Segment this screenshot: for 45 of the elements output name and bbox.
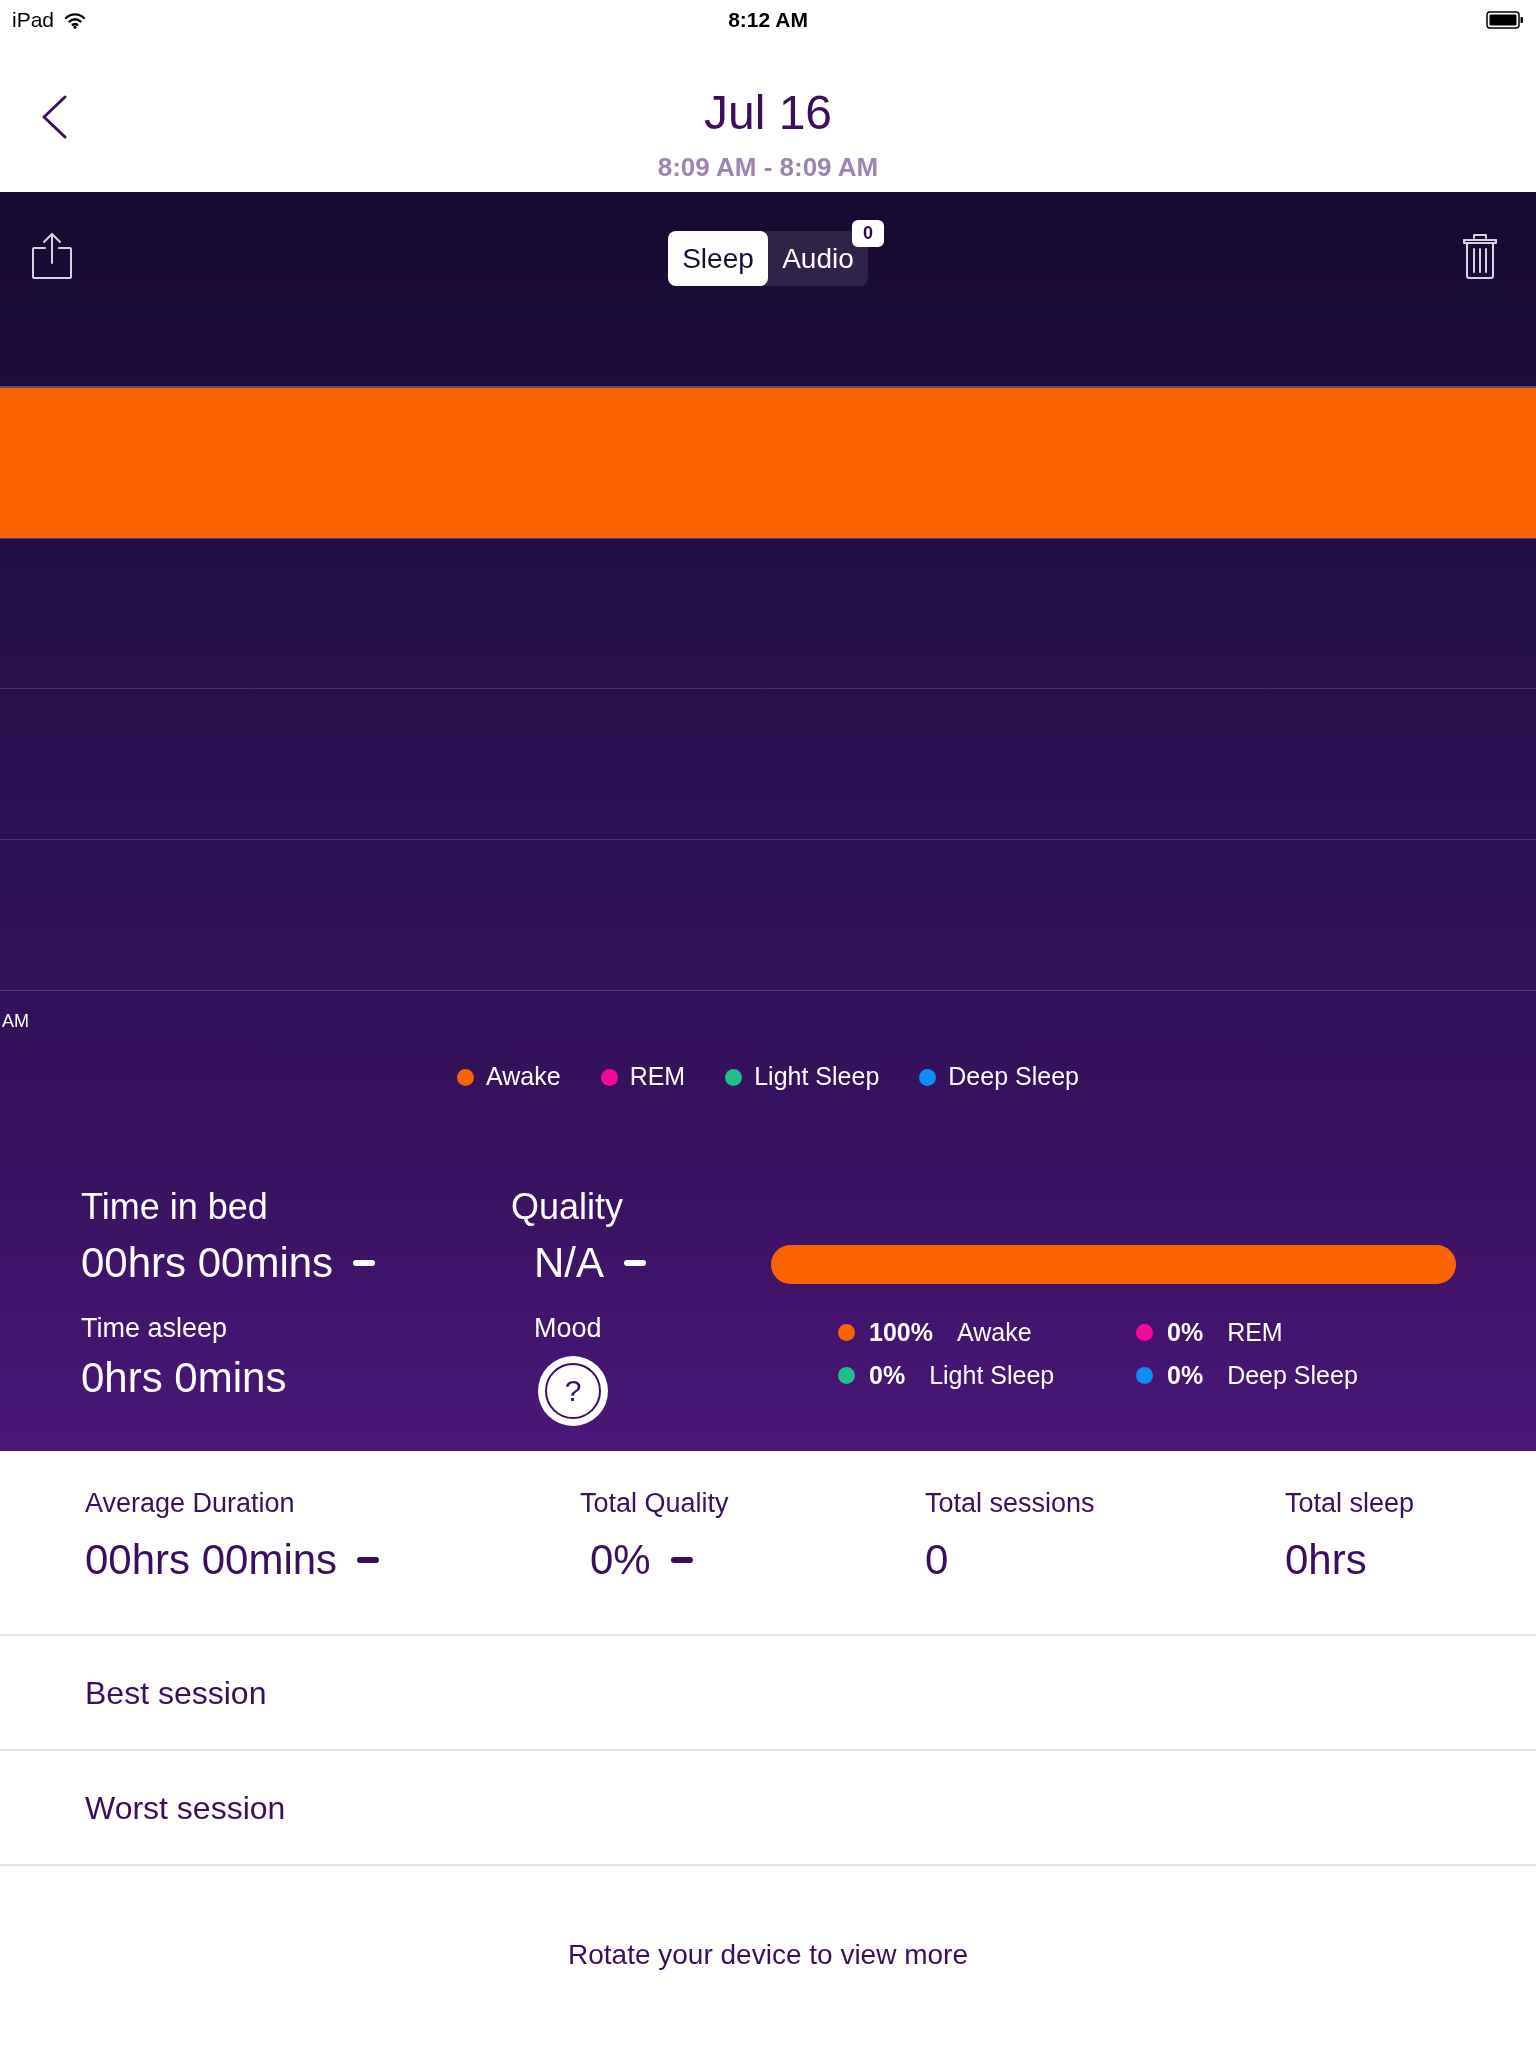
summary-label: Total Quality [580, 1487, 729, 1520]
summary-label: Total sleep [1285, 1487, 1415, 1520]
stat-value: 00hrs 00mins [81, 1238, 334, 1288]
segment-tab[interactable]: Sleep [668, 231, 768, 286]
session-row[interactable]: Worst session [0, 1751, 1536, 1866]
device-name: iPad [12, 7, 55, 34]
summary-value: 0hrs [1285, 1535, 1367, 1585]
trash-icon [1462, 233, 1498, 279]
page-title: Jul 16 [703, 85, 833, 141]
stage-percent: 0% [869, 1359, 906, 1391]
legend-label: Deep Sleep [948, 1061, 1079, 1093]
rotate-hint: Rotate your device to view more [568, 1938, 968, 1972]
chevron-left-icon [40, 95, 68, 139]
mood-button[interactable]: ? [538, 1356, 608, 1426]
stage-percent: 0% [1167, 1359, 1204, 1391]
share-button[interactable] [29, 231, 75, 281]
legend-label: REM [629, 1061, 686, 1093]
session-row[interactable]: Best session [0, 1636, 1536, 1751]
stat-label: Time asleep [81, 1312, 228, 1345]
stage-label: Awake [956, 1316, 1032, 1348]
count-badge: 0 [852, 220, 884, 247]
stage-label: Deep Sleep [1227, 1359, 1358, 1391]
delete-button[interactable] [1460, 231, 1500, 281]
stage-label: Light Sleep [929, 1359, 1055, 1391]
summary-value: 0 [925, 1535, 949, 1585]
legend-label: Light Sleep [754, 1061, 880, 1093]
legend-label: Awake [486, 1061, 561, 1093]
share-icon [31, 232, 73, 280]
stage-percent: 0% [1167, 1316, 1204, 1348]
summary-value: 0% [590, 1535, 651, 1585]
stat-label: Mood [534, 1312, 602, 1345]
battery-icon [1486, 11, 1524, 29]
stage-percent: 100% [869, 1316, 933, 1348]
stage-label: REM [1227, 1316, 1283, 1348]
stat-label: Quality [511, 1185, 624, 1229]
stat-value: 0hrs 0mins [81, 1353, 287, 1403]
time-axis-label: AM [2, 1009, 29, 1033]
summary-label: Total sessions [925, 1487, 1095, 1520]
summary-label: Average Duration [85, 1487, 295, 1520]
summary-value: 00hrs 00mins [85, 1535, 338, 1585]
time-range: 8:09 AM - 8:09 AM [657, 152, 879, 182]
wifi-icon [64, 11, 87, 29]
clock: 8:12 AM [728, 7, 808, 34]
stat-label: Time in bed [81, 1185, 268, 1229]
stat-value: N/A [534, 1238, 604, 1288]
